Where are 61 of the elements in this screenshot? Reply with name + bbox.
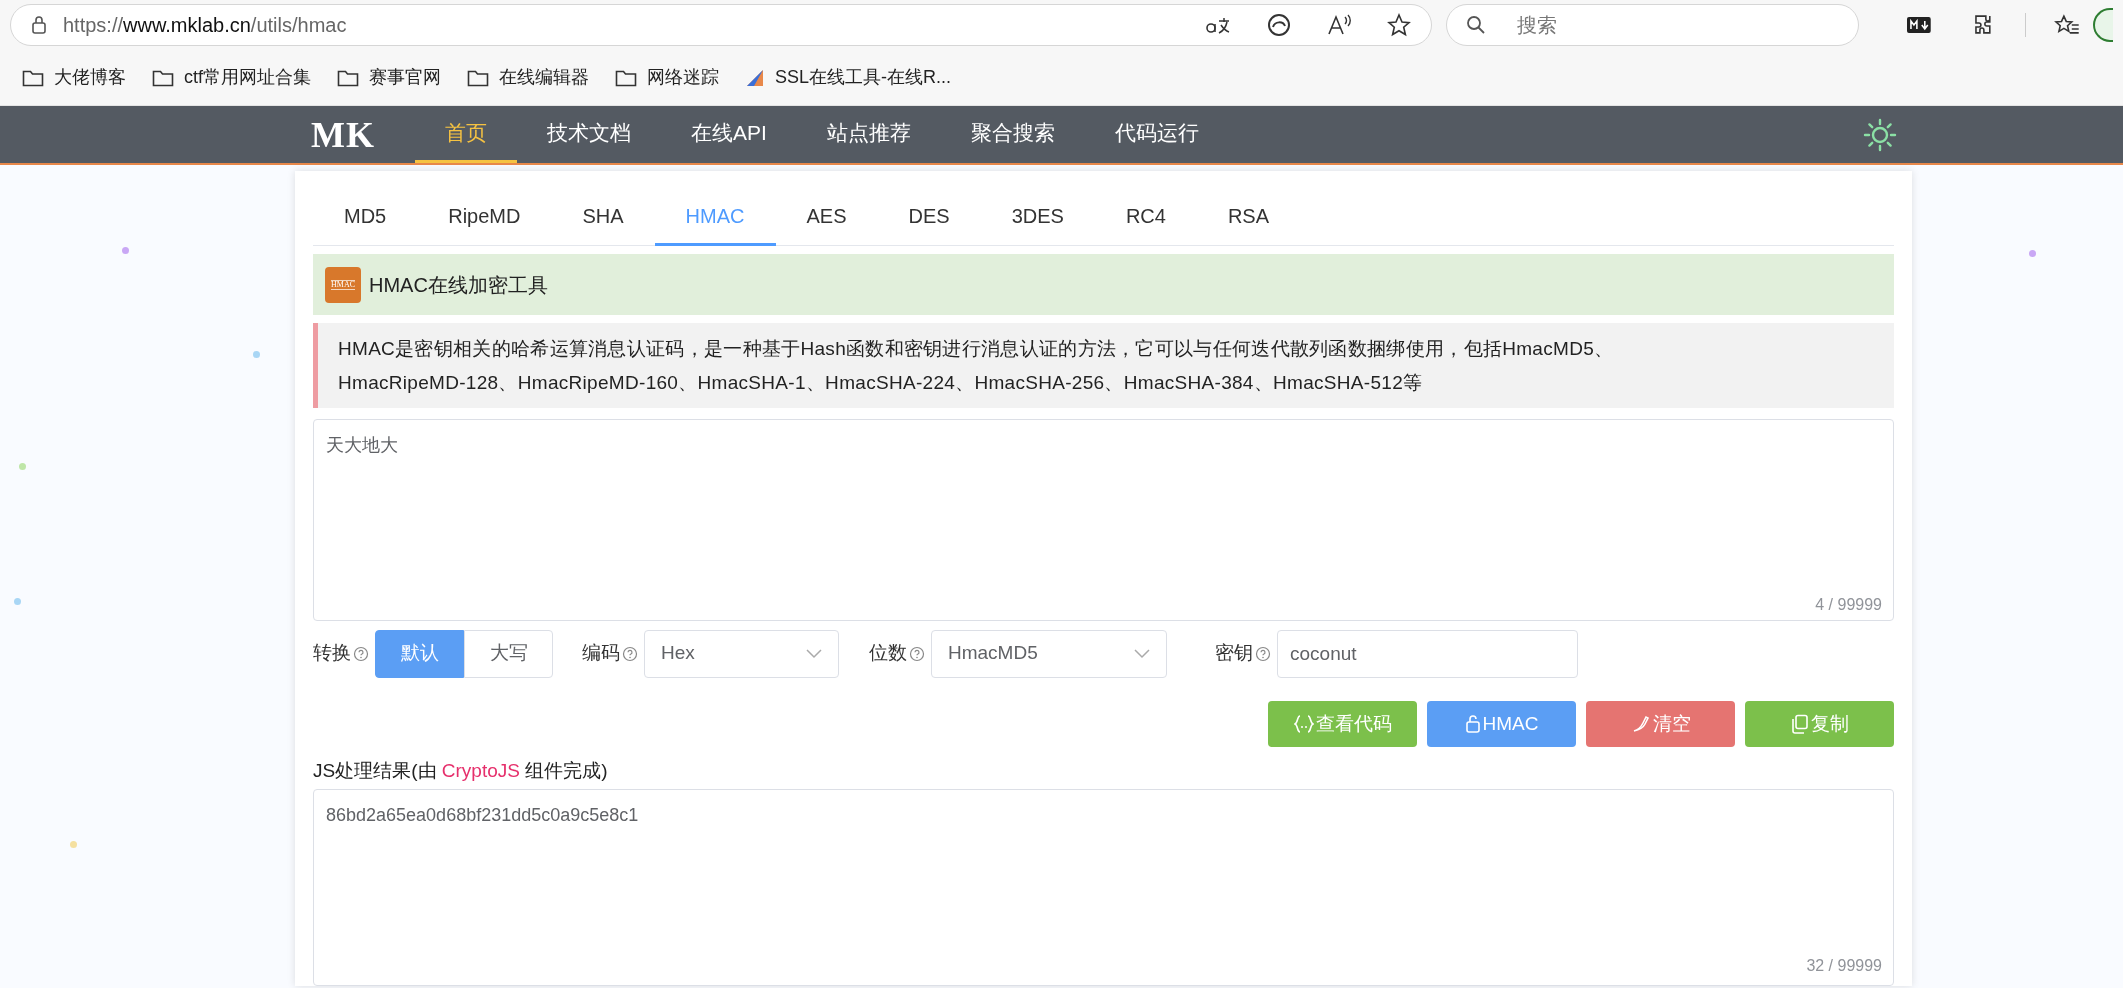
sun-icon[interactable] xyxy=(1863,117,1897,152)
lock-icon xyxy=(31,15,47,35)
result-label: JS处理结果(由 CryptoJS 组件完成) xyxy=(313,758,608,783)
swirl-icon[interactable] xyxy=(1267,13,1292,37)
tab[interactable]: DES xyxy=(877,188,981,246)
bookmark-link[interactable]: 大佬博客 xyxy=(54,64,126,91)
tab[interactable]: 3DES xyxy=(980,188,1095,246)
folder-icon xyxy=(22,68,44,87)
search-icon xyxy=(1466,15,1487,35)
favorites-icon[interactable] xyxy=(2053,13,2080,37)
nav-link[interactable]: 技术文档 xyxy=(517,106,661,163)
help-icon xyxy=(353,645,369,662)
tab[interactable]: RC4 xyxy=(1094,188,1197,246)
tab[interactable]: SHA xyxy=(551,188,655,246)
folder-icon xyxy=(615,68,637,87)
bookmark-link[interactable]: 在线编辑器 xyxy=(499,64,589,91)
lock-icon xyxy=(1464,714,1481,734)
address-bar[interactable]: https://www.mklab.cn/utils/hmac xyxy=(10,4,1433,46)
braces-icon xyxy=(1293,715,1314,733)
markdown-icon[interactable] xyxy=(1907,17,1931,33)
field-label: 密钥 xyxy=(1215,641,1253,666)
nav-link[interactable]: 聚合搜索 xyxy=(940,106,1085,163)
character-counter: 4 / 99999 xyxy=(1815,595,1882,615)
copy-icon xyxy=(1790,714,1809,734)
tab[interactable]: AES xyxy=(775,188,878,246)
description-text: HMAC是密钥相关的哈希运算消息认证码，是一种基于Hash函数和密钥进行消息认证的方法，它可以与任何迭代散列函数捆绑使用，包括HmacMD5、HmacRipeMD-128、HmacRipeMD-160、HmacSHA-1、HmacSHA-224、HmacSHA-256、HmacSHA-384、HmacSHA-512等 xyxy=(338,336,1615,395)
tab[interactable]: RipeMD xyxy=(417,188,552,246)
nav-link[interactable]: 代码运行 xyxy=(1084,106,1229,163)
chevron-down-icon xyxy=(806,648,822,659)
hmac-logo-icon: HMAC xyxy=(325,266,361,303)
toggle-option[interactable]: 大写 xyxy=(464,629,553,678)
read-aloud-icon[interactable] xyxy=(1327,14,1354,36)
bits-select[interactable]: HmacMD5 xyxy=(931,629,1167,678)
site-logo[interactable]: MK xyxy=(311,107,375,162)
tab[interactable]: MD5 xyxy=(313,188,418,246)
url-text: https://www.mklab.cn/utils/hmac xyxy=(63,13,347,38)
nav-link[interactable]: 在线API xyxy=(661,106,797,163)
encoding-select[interactable]: Hex xyxy=(644,629,839,678)
help-icon xyxy=(622,645,638,662)
folder-icon xyxy=(152,68,174,87)
bookmark-link[interactable]: 赛事官网 xyxy=(369,64,441,91)
folder-icon xyxy=(337,68,359,87)
search-field[interactable]: 搜索 xyxy=(1446,4,1860,46)
bookmark-link[interactable]: ctf常用网址合集 xyxy=(184,64,311,91)
translate-icon[interactable] xyxy=(1205,15,1232,35)
nav-link[interactable]: 站点推荐 xyxy=(796,106,941,163)
tool-title: HMAC在线加密工具 xyxy=(369,272,548,298)
chevron-down-icon xyxy=(1134,648,1150,659)
help-icon xyxy=(1255,645,1271,662)
help-icon xyxy=(909,645,925,662)
key-input[interactable]: coconut xyxy=(1277,629,1578,678)
star-icon[interactable] xyxy=(1387,13,1412,37)
field-label: 转换 xyxy=(313,641,351,666)
tab[interactable]: RSA xyxy=(1196,188,1301,246)
character-counter: 32 / 99999 xyxy=(1806,956,1882,976)
folder-icon xyxy=(467,68,489,87)
bookmark-link[interactable]: 网络迷踪 xyxy=(647,64,719,91)
field-label: 编码 xyxy=(582,641,620,666)
bookmark-link[interactable]: SSL在线工具-在线R... xyxy=(775,64,952,91)
field-label: 位数 xyxy=(869,641,907,666)
cryptojs-link[interactable]: CryptoJS xyxy=(441,759,520,781)
